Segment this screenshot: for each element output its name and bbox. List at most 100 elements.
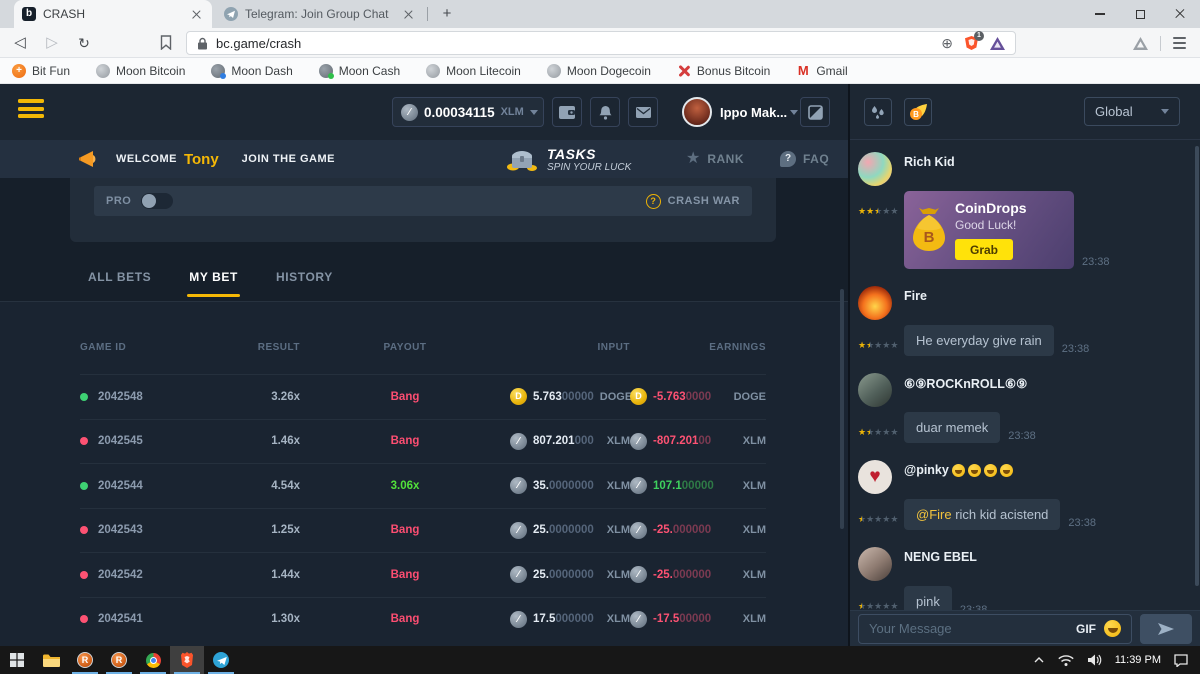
bookmark-bonus-bitcoin[interactable]: Bonus Bitcoin [677, 64, 770, 78]
bookmark-bitfun[interactable]: Bit Fun [12, 64, 70, 78]
forward-button[interactable]: ▷ [40, 31, 64, 55]
taskbar-app-freebitco[interactable]: R [102, 646, 136, 674]
start-button[interactable] [0, 646, 34, 674]
bookmark-moon-dogecoin[interactable]: Moon Dogecoin [547, 64, 651, 78]
payout-value: Bang [300, 569, 510, 581]
table-row[interactable]: 2042548 3.26x Bang 5.76300000DOGE -5.763… [80, 374, 766, 419]
tab-my-bet[interactable]: MY BET [189, 270, 238, 297]
chat-username: Rich Kid [904, 152, 1190, 169]
tasks-link[interactable]: TASKS SPIN YOUR LUCK [505, 146, 631, 173]
window-maximize-button[interactable] [1120, 0, 1160, 28]
main-area: 0.00034115 XLM Ippo Mak... [0, 84, 848, 646]
bookmark-moon-dash[interactable]: Moon Dash [211, 64, 292, 78]
balance-dropdown[interactable]: 0.00034115 XLM [392, 97, 544, 127]
message-bubble: duar memek [904, 412, 1000, 443]
tab-close-icon[interactable] [401, 7, 416, 22]
avatar[interactable]: ♥ [858, 460, 892, 494]
tab-close-icon[interactable] [189, 7, 204, 22]
browser-tab-telegram[interactable]: Telegram: Join Group Chat [216, 0, 424, 28]
mail-button[interactable] [628, 97, 658, 127]
avatar[interactable] [858, 152, 892, 186]
earnings-cell: -17.500000XLM [630, 611, 766, 628]
star-struck-emoji-icon [968, 464, 981, 477]
taskbar-app-telegram[interactable] [204, 646, 238, 674]
faq-link[interactable]: ? FAQ [780, 151, 829, 167]
wifi-icon[interactable] [1057, 654, 1075, 667]
save-page-plus-icon[interactable]: ⊕ [941, 35, 953, 52]
chevron-down-icon [530, 110, 538, 115]
address-bar[interactable]: bc.game/crash ⊕ 1 [186, 31, 1016, 55]
bookmark-moon-litecoin[interactable]: Moon Litecoin [426, 64, 521, 78]
avatar[interactable] [858, 286, 892, 320]
site-menu-icon[interactable] [18, 99, 44, 118]
chat-scrollbar[interactable] [1195, 146, 1199, 586]
message-input[interactable] [869, 621, 1068, 636]
taskbar-app-freebitco[interactable]: R [68, 646, 102, 674]
window-close-button[interactable] [1160, 0, 1200, 28]
message-time: 23:38 [1062, 343, 1090, 356]
game-id: 2042543 [98, 524, 143, 536]
back-button[interactable]: ◁ [8, 31, 32, 55]
bat-rewards-icon[interactable] [990, 37, 1005, 50]
taskbar-app-brave[interactable] [170, 646, 204, 674]
coin-icon [510, 477, 527, 494]
input-cell: 17.5000000XLM [510, 611, 630, 628]
window-minimize-button[interactable] [1080, 0, 1120, 28]
bookmark-gmail[interactable]: MGmail [796, 64, 847, 78]
new-tab-button[interactable]: + [436, 5, 458, 23]
input-cell: 35.0000000XLM [510, 477, 630, 494]
bets-table-section: GAME ID RESULT PAYOUT INPUT EARNINGS 204… [0, 302, 848, 646]
chat-username: Fire [904, 286, 1190, 303]
action-center-icon[interactable] [1174, 654, 1188, 667]
grab-button[interactable]: Grab [955, 239, 1013, 260]
pro-toggle[interactable] [141, 193, 173, 209]
star-icon: ★ [686, 151, 700, 167]
coindrop-button[interactable]: B [904, 98, 932, 126]
avatar[interactable] [858, 547, 892, 581]
chat-channel-select[interactable]: Global [1084, 97, 1180, 126]
send-button[interactable] [1140, 614, 1192, 644]
mention: @Fire [916, 507, 952, 522]
chat-panel-icon [808, 105, 823, 120]
tab-history[interactable]: HISTORY [276, 270, 333, 297]
main-scrollbar[interactable] [840, 289, 844, 529]
table-row[interactable]: 2042542 1.44x Bang 25.0000000XLM -25.000… [80, 552, 766, 597]
clock[interactable]: 11:39 PM [1115, 654, 1161, 666]
avatar[interactable] [858, 373, 892, 407]
chat-header: B Global [850, 84, 1200, 140]
reload-button[interactable]: ↻ [72, 31, 96, 55]
tab-all-bets[interactable]: ALL BETS [88, 270, 151, 297]
tray-chevron-up-icon[interactable] [1034, 657, 1044, 663]
table-row[interactable]: 2042545 1.46x Bang 807.201000XLM -807.20… [80, 419, 766, 464]
payout-value: Bang [300, 524, 510, 536]
gif-button[interactable]: GIF [1076, 622, 1096, 636]
bookmark-ribbon-icon[interactable] [160, 35, 172, 55]
rank-link[interactable]: ★ RANK [686, 151, 744, 167]
taskbar-app-chrome[interactable] [136, 646, 170, 674]
message-input-box[interactable]: GIF [858, 614, 1132, 644]
speaker-icon[interactable] [1088, 654, 1102, 666]
chat-toggle-button[interactable] [800, 97, 830, 127]
user-rating: ★★★★★ [858, 494, 904, 530]
table-row[interactable]: 2042541 1.30x Bang 17.5000000XLM -17.500… [80, 597, 766, 642]
rain-button[interactable] [864, 98, 892, 126]
browser-titlebar: b CRASH Telegram: Join Group Chat + [0, 0, 1200, 28]
notifications-button[interactable] [590, 97, 620, 127]
wallet-button[interactable] [552, 97, 582, 127]
minimize-icon [1095, 13, 1105, 15]
table-row[interactable]: 2042544 4.54x 3.06x 35.0000000XLM 107.10… [80, 463, 766, 508]
bookmark-moon-bitcoin[interactable]: Moon Bitcoin [96, 64, 185, 78]
browser-menu-icon[interactable] [1173, 37, 1186, 48]
input-cell: 807.201000XLM [510, 433, 630, 450]
crash-war-link[interactable]: ? CRASH WAR [646, 194, 740, 209]
browser-tab-crash[interactable]: b CRASH [14, 0, 212, 28]
bookmark-moon-cash[interactable]: Moon Cash [319, 64, 400, 78]
brave-shield-icon[interactable]: 1 [964, 35, 979, 51]
file-explorer-button[interactable] [34, 646, 68, 674]
send-arrow-icon [1157, 622, 1175, 636]
table-row[interactable]: 2042543 1.25x Bang 25.0000000XLM -25.000… [80, 508, 766, 553]
user-menu[interactable]: Ippo Mak... [682, 97, 798, 127]
extension-drive-icon[interactable] [1133, 37, 1148, 50]
message-bubble: He everyday give rain [904, 325, 1054, 356]
emoji-picker-icon[interactable] [1104, 620, 1121, 637]
